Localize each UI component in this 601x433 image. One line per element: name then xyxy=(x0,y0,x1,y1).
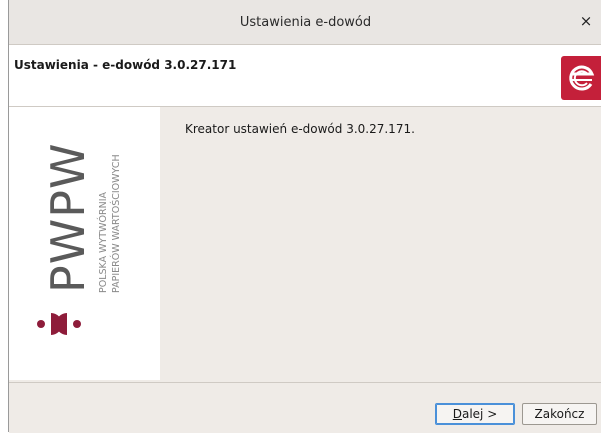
e-dowod-logo-icon xyxy=(561,56,601,100)
pwpw-banner-image: PWPW POLSKA WYTWÓRNIA PAPIERÓW WARTOŚCIO… xyxy=(9,107,160,380)
window-title: Ustawienia e-dowód xyxy=(239,15,372,30)
pwpw-line2-text: PAPIERÓW WARTOŚCIOWYCH xyxy=(110,154,122,293)
pwpw-brand-text: PWPW xyxy=(41,143,95,293)
wizard-body: PWPW POLSKA WYTWÓRNIA PAPIERÓW WARTOŚCIO… xyxy=(9,107,601,381)
title-bar[interactable]: Ustawienia e-dowód × xyxy=(9,0,601,45)
next-mnemonic: D xyxy=(452,407,462,421)
finish-button[interactable]: Zakończ xyxy=(522,403,597,425)
wizard-header-title: Ustawienia - e-dowód 3.0.27.171 xyxy=(14,58,237,72)
pwpw-line1-text: POLSKA WYTWÓRNIA xyxy=(97,192,109,293)
wizard-header: Ustawienia - e-dowód 3.0.27.171 xyxy=(9,45,601,107)
next-button[interactable]: Dalej > xyxy=(435,403,515,425)
pwpw-logo-mark-icon xyxy=(37,313,81,335)
wizard-intro-text: Kreator ustawień e-dowód 3.0.27.171. xyxy=(185,122,415,136)
dialog-window: Ustawienia e-dowód × Ustawienia - e-dowó… xyxy=(8,0,601,433)
next-label: alej > xyxy=(461,407,498,421)
close-icon[interactable]: × xyxy=(577,12,595,30)
wizard-footer: Dalej > Zakończ xyxy=(9,382,601,433)
